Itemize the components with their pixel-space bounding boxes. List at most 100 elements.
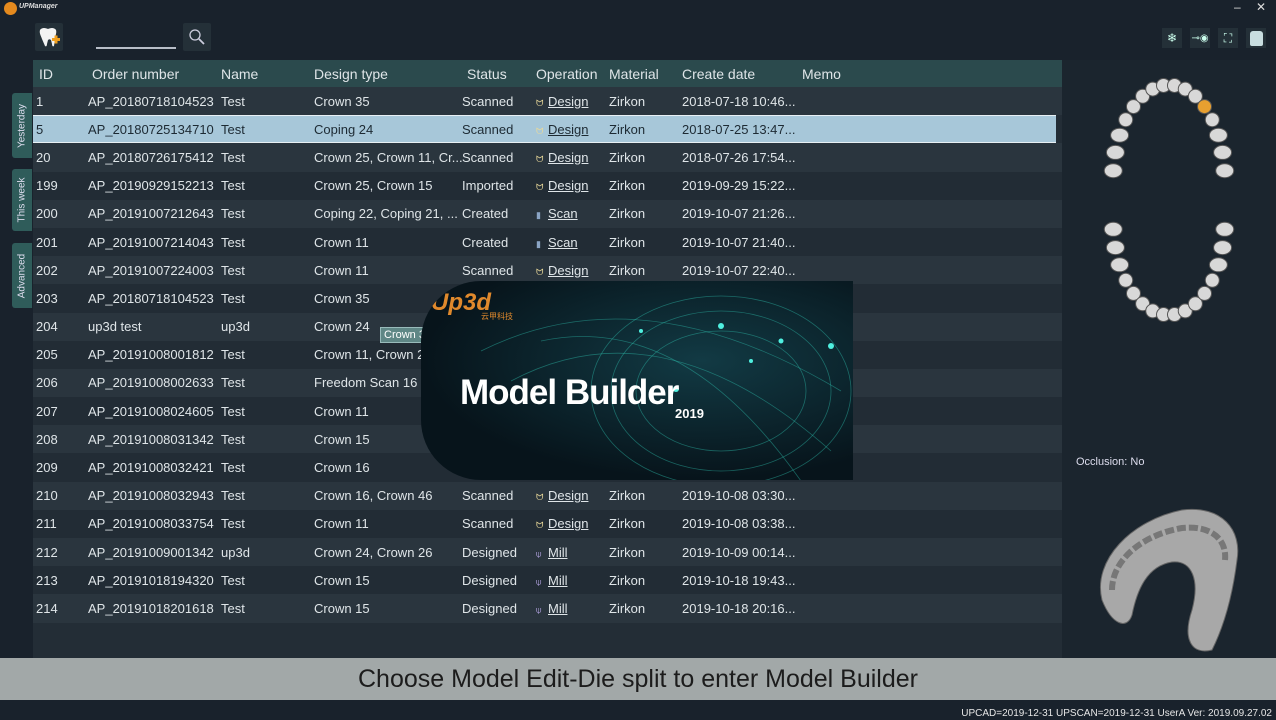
- tooth[interactable]: [1103, 221, 1123, 237]
- cell-operation: ᗢ Design: [536, 94, 609, 109]
- tooth[interactable]: [1118, 112, 1134, 128]
- operation-link[interactable]: Mill: [548, 545, 568, 560]
- cell-create-date: 2019-10-18 20:16...: [682, 600, 796, 616]
- tooth-icon: ᗢ: [536, 492, 544, 503]
- table-row[interactable]: 214 AP_20191018201618 Test Crown 15 Designed…: [33, 594, 1062, 623]
- tab-yesterday[interactable]: Yesterday: [12, 93, 32, 158]
- tooth[interactable]: [1204, 112, 1220, 128]
- tooth[interactable]: [1110, 127, 1130, 143]
- tooth[interactable]: [1105, 240, 1125, 256]
- table-row[interactable]: 213 AP_20191018194320 Test Crown 15 Designed…: [33, 566, 1062, 595]
- cell-name: Test: [221, 262, 245, 278]
- cell-id: 208: [36, 431, 58, 447]
- splash-title: Model Builder: [460, 373, 679, 412]
- cell-status: Designed: [462, 544, 517, 560]
- operation-link[interactable]: Design: [548, 263, 588, 278]
- operation-link[interactable]: Scan: [548, 206, 578, 221]
- col-order-number[interactable]: Order number: [88, 66, 221, 82]
- cell-status: Created: [462, 206, 509, 222]
- tooth-view-button[interactable]: [1246, 28, 1266, 48]
- cell-design-type: Crown 15: [314, 572, 370, 588]
- table-row[interactable]: 211 AP_20191008033754 Test Crown 11 Scanned ᗢ…: [33, 509, 1062, 538]
- cell-operation: ᗢ Design: [536, 178, 609, 193]
- cell-id: 20: [36, 149, 51, 165]
- cell-operation: ᗢ Design: [536, 488, 609, 503]
- tooth[interactable]: [1208, 127, 1228, 143]
- tooth[interactable]: [1213, 240, 1233, 256]
- tab-advanced[interactable]: Advanced: [12, 243, 32, 308]
- col-operation[interactable]: Operation: [536, 66, 609, 82]
- table-row[interactable]: 5 AP_20180725134710 Test Coping 24 Scanned ᗢ D…: [33, 115, 1056, 144]
- cell-name: Test: [221, 347, 245, 363]
- col-name[interactable]: Name: [221, 66, 314, 82]
- settings-snowflake-button[interactable]: ❄: [1162, 28, 1182, 48]
- cell-order-number: AP_20191008033754: [88, 516, 214, 532]
- focus-button[interactable]: ⛶: [1218, 28, 1238, 48]
- table-row[interactable]: 200 AP_20191007212643 Test Coping 22, Copin…: [33, 199, 1062, 228]
- tab-this-week[interactable]: This week: [12, 169, 32, 231]
- scanner-button[interactable]: ⊸◉: [1190, 28, 1210, 48]
- tooth[interactable]: [1118, 272, 1134, 288]
- cell-create-date: 2019-10-07 21:40...: [682, 234, 796, 250]
- operation-link[interactable]: Scan: [548, 235, 578, 250]
- tooth[interactable]: [1197, 285, 1213, 301]
- col-memo[interactable]: Memo: [802, 66, 902, 82]
- table-row[interactable]: 20 AP_20180726175412 Test Crown 25, Crown 1…: [33, 143, 1062, 172]
- cell-order-number: AP_20191008032421: [88, 460, 214, 476]
- cell-operation: ᗢ Design: [536, 263, 609, 278]
- operation-link[interactable]: Design: [548, 488, 588, 503]
- col-status[interactable]: Status: [462, 66, 536, 82]
- cell-design-type: Crown 25, Crown 15: [314, 178, 433, 194]
- new-order-button[interactable]: [35, 23, 63, 51]
- search-button[interactable]: [183, 23, 211, 51]
- cell-operation: ⍦ Mill: [536, 573, 609, 588]
- tooth[interactable]: [1204, 272, 1220, 288]
- jaw-model-image[interactable]: [1082, 490, 1252, 660]
- table-row[interactable]: 199 AP_20190929152213 Test Crown 25, Crown …: [33, 171, 1062, 200]
- table-header: ID Order number Name Design type Status …: [33, 60, 1062, 87]
- operation-link[interactable]: Mill: [548, 573, 568, 588]
- cell-material: Zirkon: [609, 149, 646, 165]
- operation-link[interactable]: Design: [548, 178, 588, 193]
- title-bar: UPManager – ✕: [0, 0, 1276, 16]
- operation-link[interactable]: Design: [548, 94, 588, 109]
- table-row[interactable]: 201 AP_20191007214043 Test Crown 11 Created ▮…: [33, 227, 1062, 257]
- cell-name: up3d: [221, 319, 250, 335]
- col-id[interactable]: ID: [33, 66, 88, 82]
- cell-name: Test: [221, 234, 245, 250]
- tooth[interactable]: [1208, 257, 1228, 273]
- cell-status: Designed: [462, 600, 517, 616]
- cell-order-number: up3d test: [88, 319, 142, 335]
- close-button[interactable]: ✕: [1256, 0, 1266, 14]
- mill-icon: ⍦: [536, 548, 542, 559]
- mill-icon: ⍦: [536, 604, 542, 615]
- tooth[interactable]: [1105, 144, 1125, 160]
- tooth[interactable]: [1110, 257, 1130, 273]
- cell-name: Test: [221, 121, 245, 137]
- tooth[interactable]: [1197, 99, 1213, 115]
- tooth[interactable]: [1215, 221, 1235, 237]
- tooth[interactable]: [1215, 163, 1235, 179]
- search-input[interactable]: [96, 35, 176, 49]
- operation-link[interactable]: Design: [548, 150, 588, 165]
- cell-order-number: AP_20191018194320: [88, 572, 214, 588]
- tooth[interactable]: [1213, 144, 1233, 160]
- table-row[interactable]: 1 AP_20180718104523 Test Crown 35 Scanned ᗢ De…: [33, 87, 1062, 116]
- cell-status: Scanned: [462, 488, 514, 504]
- col-create-date[interactable]: Create date: [682, 66, 802, 82]
- cell-material: Zirkon: [609, 488, 646, 504]
- cell-material: Zirkon: [609, 121, 646, 137]
- tooth[interactable]: [1103, 163, 1123, 179]
- operation-link[interactable]: Design: [548, 516, 588, 531]
- operation-link[interactable]: Mill: [548, 601, 568, 616]
- operation-link[interactable]: Design: [548, 122, 588, 137]
- cell-id: 201: [36, 234, 58, 250]
- cell-material: Zirkon: [609, 234, 646, 250]
- table-row[interactable]: 210 AP_20191008032943 Test Crown 16, Crown …: [33, 481, 1062, 510]
- minimize-button[interactable]: –: [1234, 0, 1241, 14]
- cell-design-type: Coping 24: [314, 121, 374, 137]
- col-design-type[interactable]: Design type: [314, 66, 462, 82]
- cell-order-number: AP_20191007214043: [88, 234, 214, 250]
- table-row[interactable]: 212 AP_20191009001342 up3d Crown 24, Crown …: [33, 538, 1062, 567]
- col-material[interactable]: Material: [609, 66, 682, 82]
